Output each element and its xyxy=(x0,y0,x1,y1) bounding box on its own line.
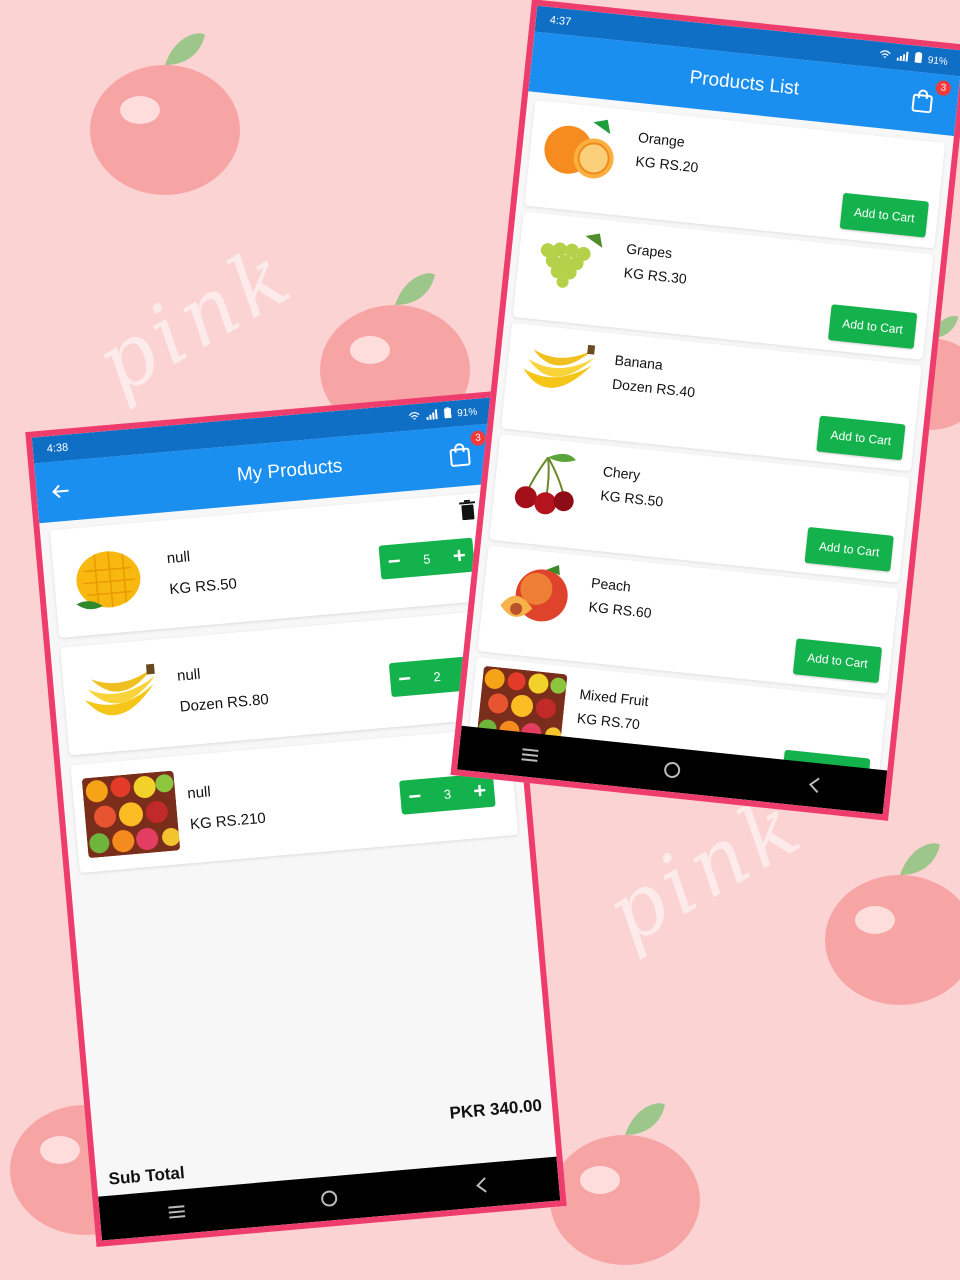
back-icon[interactable] xyxy=(469,1172,495,1198)
minus-button[interactable]: − xyxy=(397,665,412,691)
menu-icon[interactable] xyxy=(163,1199,189,1225)
products-screen: 4:37 91% Products List 3 Orange KG RS.20 xyxy=(450,0,960,821)
peach-decoration-icon xyxy=(550,1103,700,1265)
status-time: 4:37 xyxy=(549,14,572,29)
pink-watermark: pink xyxy=(79,224,311,414)
minus-button[interactable]: − xyxy=(407,783,422,809)
product-list: Orange KG RS.20 Add to Cart Grapes KG RS… xyxy=(456,91,954,820)
plus-button[interactable]: + xyxy=(472,777,487,803)
status-time: 4:38 xyxy=(46,441,69,456)
home-icon[interactable] xyxy=(659,757,685,783)
product-name: Mixed Fruit xyxy=(578,685,650,710)
product-price: KG RS.60 xyxy=(587,598,653,621)
product-name: Banana xyxy=(613,351,664,373)
banana-image xyxy=(71,652,170,741)
cherry-image xyxy=(499,443,591,526)
battery-percent: 91% xyxy=(927,54,949,68)
grapes-image xyxy=(523,220,615,303)
menu-icon[interactable] xyxy=(517,742,543,768)
product-name: Chery xyxy=(602,463,642,484)
battery-icon xyxy=(443,407,452,422)
battery-percent: 91% xyxy=(456,406,478,419)
subtotal-label: Sub Total xyxy=(107,1163,186,1189)
add-to-cart-button[interactable]: Add to Cart xyxy=(792,638,883,684)
plus-button[interactable]: + xyxy=(452,542,467,568)
back-icon[interactable] xyxy=(801,772,827,798)
cart-list: null KG RS.50 − 5 + null Dozen RS.80 − 2… xyxy=(39,483,529,892)
minus-button[interactable]: − xyxy=(387,548,402,574)
peach-decoration-icon xyxy=(825,843,960,1005)
signal-icon xyxy=(896,50,909,64)
mixed-fruit-image xyxy=(81,770,181,859)
orange-image xyxy=(534,108,627,192)
quantity-stepper: − 5 + xyxy=(378,537,476,580)
product-price: KG RS.30 xyxy=(623,264,688,287)
cart-button[interactable]: 3 xyxy=(910,79,952,118)
quantity-value: 2 xyxy=(432,668,442,684)
subtotal-value: PKR 340.00 xyxy=(448,1095,543,1123)
shopping-bag-icon xyxy=(449,443,471,467)
quantity-value: 3 xyxy=(443,785,452,802)
mango-image xyxy=(61,535,160,624)
banana-image xyxy=(511,331,603,414)
product-price: KG RS.50 xyxy=(599,487,665,510)
wifi-icon xyxy=(878,48,891,62)
shopping-bag-icon xyxy=(911,89,933,114)
peach-decoration-icon xyxy=(90,33,240,195)
product-name: Orange xyxy=(637,129,686,150)
signal-icon xyxy=(426,408,439,423)
wifi-icon xyxy=(408,410,421,424)
product-price: KG RS.20 xyxy=(634,152,700,176)
home-icon[interactable] xyxy=(316,1186,342,1212)
product-price: KG RS.70 xyxy=(576,709,641,733)
product-name: Peach xyxy=(590,574,632,595)
add-to-cart-button[interactable]: Add to Cart xyxy=(804,526,894,572)
trash-icon[interactable] xyxy=(459,499,477,521)
battery-icon xyxy=(914,51,923,67)
quantity-stepper: − 3 + xyxy=(399,772,496,815)
quantity-value: 5 xyxy=(422,550,432,567)
cart-button[interactable]: 3 xyxy=(447,430,487,472)
add-to-cart-button[interactable]: Add to Cart xyxy=(827,304,918,349)
product-name: Grapes xyxy=(625,240,673,262)
peach-image xyxy=(487,554,580,637)
add-to-cart-button[interactable]: Add to Cart xyxy=(839,192,929,238)
back-arrow-icon[interactable] xyxy=(35,465,87,517)
add-to-cart-button[interactable]: Add to Cart xyxy=(816,415,906,461)
product-price: Dozen RS.40 xyxy=(611,375,696,401)
